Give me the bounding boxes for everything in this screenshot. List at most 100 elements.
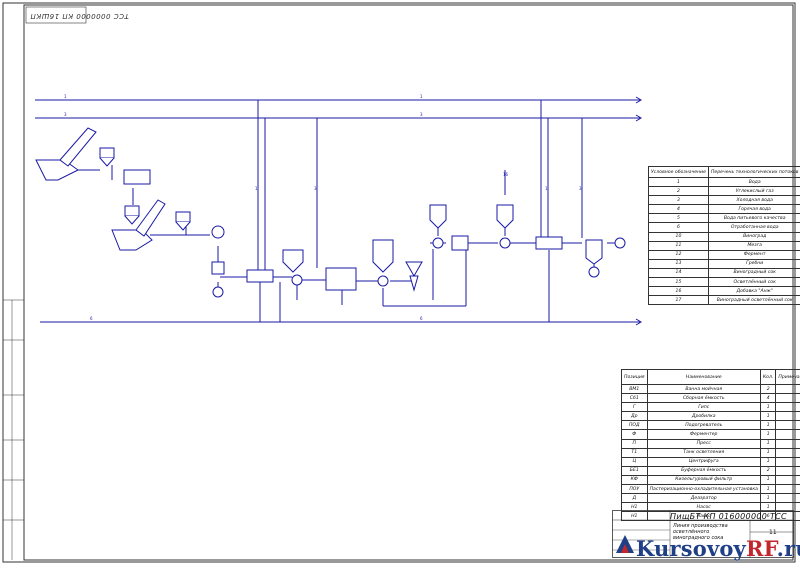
spec-note [776, 457, 800, 466]
spec-position: Сб1 [622, 394, 648, 403]
spec-name: Ферментер [647, 430, 760, 439]
kursovoy-logo-icon [612, 531, 638, 557]
spec-row: ФФерментер1 [622, 430, 800, 439]
spec-name: Ванна мойчная [647, 385, 760, 394]
spec-note [776, 448, 800, 457]
legend-code: 15 [649, 278, 709, 287]
spec-note [776, 394, 800, 403]
spec-name: Дробилка [647, 412, 760, 421]
legend-stream-name: Холодная вода [708, 196, 800, 205]
collector-3 [176, 212, 190, 222]
watermark-part-a: Kursovoy [636, 536, 746, 561]
conveyor-2 [136, 200, 165, 236]
legend-stream-name: Мезга [708, 241, 800, 250]
spec-name: Пресс [647, 439, 760, 448]
spec-position: Т1 [622, 448, 648, 457]
flow-legend-table: Условное обозначение Перечень технологич… [648, 166, 800, 305]
spec-qty: 1 [760, 412, 775, 421]
spec-position: Д [622, 494, 648, 503]
svg-text:6: 6 [420, 316, 423, 321]
svg-text:16: 16 [503, 172, 509, 177]
conveyor-1 [60, 128, 96, 166]
spec-note [776, 421, 800, 430]
pump-5 [589, 267, 599, 277]
spec-header-note: Примечание [776, 370, 800, 385]
spec-note [776, 412, 800, 421]
spec-header-pos: Позиция [622, 370, 648, 385]
legend-row: 6Отработанная вода [649, 223, 800, 232]
legend-row: 10Виноград [649, 232, 800, 241]
heater [247, 270, 273, 282]
spec-row: БЕ1Буферная ёмкость2 [622, 466, 800, 475]
spec-qty: 1 [760, 439, 775, 448]
watermark-part-b: RF [746, 536, 777, 561]
pump-2 [378, 276, 388, 286]
svg-text:1: 1 [420, 94, 423, 99]
spec-qty: 1 [760, 448, 775, 457]
spec-name: Гипс [647, 403, 760, 412]
legend-code: 3 [649, 196, 709, 205]
legend-row: 14Виноградный сок [649, 268, 800, 277]
spec-qty: 1 [760, 457, 775, 466]
legend-stream-name: Горячая вода [708, 205, 800, 214]
legend-stream-name: Гребни [708, 259, 800, 268]
spec-qty: 2 [760, 466, 775, 475]
legend-header-name: Перечень технологических потоков [708, 167, 800, 178]
legend-stream-name: Виноградный сок [708, 268, 800, 277]
legend-code: 4 [649, 205, 709, 214]
buffer-tank-2 [497, 205, 513, 228]
legend-code: 1 [649, 178, 709, 187]
centrifuge [406, 262, 422, 276]
spec-name: Сборная ёмкость [647, 394, 760, 403]
legend-code: 13 [649, 259, 709, 268]
legend-row: 1Вода [649, 178, 800, 187]
svg-text:6: 6 [90, 316, 93, 321]
equipment [36, 128, 625, 297]
legend-stream-name: Добавка "Анж" [708, 287, 800, 296]
spec-name: Пастеризационно-охладительная установка [647, 485, 760, 494]
watermark: KursovoyRF.ru [636, 536, 800, 561]
legend-code: 16 [649, 287, 709, 296]
equipment-spec-table: Позиция Наименование Кол. Примечание ВМ1… [621, 369, 800, 521]
inspection-table [124, 170, 150, 184]
spec-row: Сб1Сборная ёмкость4 [622, 394, 800, 403]
spec-row: КФКизельгуровый фильтр1 [622, 475, 800, 484]
legend-row: 2Углекислый газ [649, 187, 800, 196]
legend-row: 3Холодная вода [649, 196, 800, 205]
spec-row: ДДеаэратор1 [622, 494, 800, 503]
kieselguhr-filter [452, 236, 468, 250]
legend-code: 14 [649, 268, 709, 277]
legend-header-code: Условное обозначение [649, 167, 709, 178]
spec-qty: 1 [760, 403, 775, 412]
legend-stream-name: Виноград [708, 232, 800, 241]
crusher [212, 262, 224, 274]
pump-6 [615, 238, 625, 248]
spec-qty: 1 [760, 494, 775, 503]
legend-row: 17Виноградный осветлённый сок [649, 296, 800, 305]
spec-note [776, 439, 800, 448]
legend-row: 16Добавка "Анж" [649, 287, 800, 296]
legend-stream-name: Виноградный осветлённый сок [708, 296, 800, 305]
legend-code: 5 [649, 214, 709, 223]
svg-text:3: 3 [420, 112, 423, 117]
spec-row: ЦЦентрифуга1 [622, 457, 800, 466]
spec-name: Танк осветления [647, 448, 760, 457]
pump-1 [292, 275, 302, 285]
spec-row: ПОДПодогреватель1 [622, 421, 800, 430]
spec-row: ППресс1 [622, 439, 800, 448]
deaerator [586, 240, 602, 264]
spec-position: Ф [622, 430, 648, 439]
spec-row: ВМ1Ванна мойчная2 [622, 385, 800, 394]
spec-position: Др [622, 412, 648, 421]
collector-1 [100, 148, 114, 158]
spec-qty: 1 [760, 430, 775, 439]
clarification-tank [373, 240, 393, 272]
legend-body: 1Вода2Углекислый газ3Холодная вода4Горяч… [649, 178, 800, 305]
spec-name: Подогреватель [647, 421, 760, 430]
legend-stream-name: Фермент [708, 250, 800, 259]
spec-name: Деаэратор [647, 494, 760, 503]
top-stamp: ТСС 0000000 КП 16ШКП [30, 12, 129, 20]
spec-qty: 1 [760, 421, 775, 430]
spec-qty: 1 [760, 475, 775, 484]
spec-qty: 1 [760, 485, 775, 494]
